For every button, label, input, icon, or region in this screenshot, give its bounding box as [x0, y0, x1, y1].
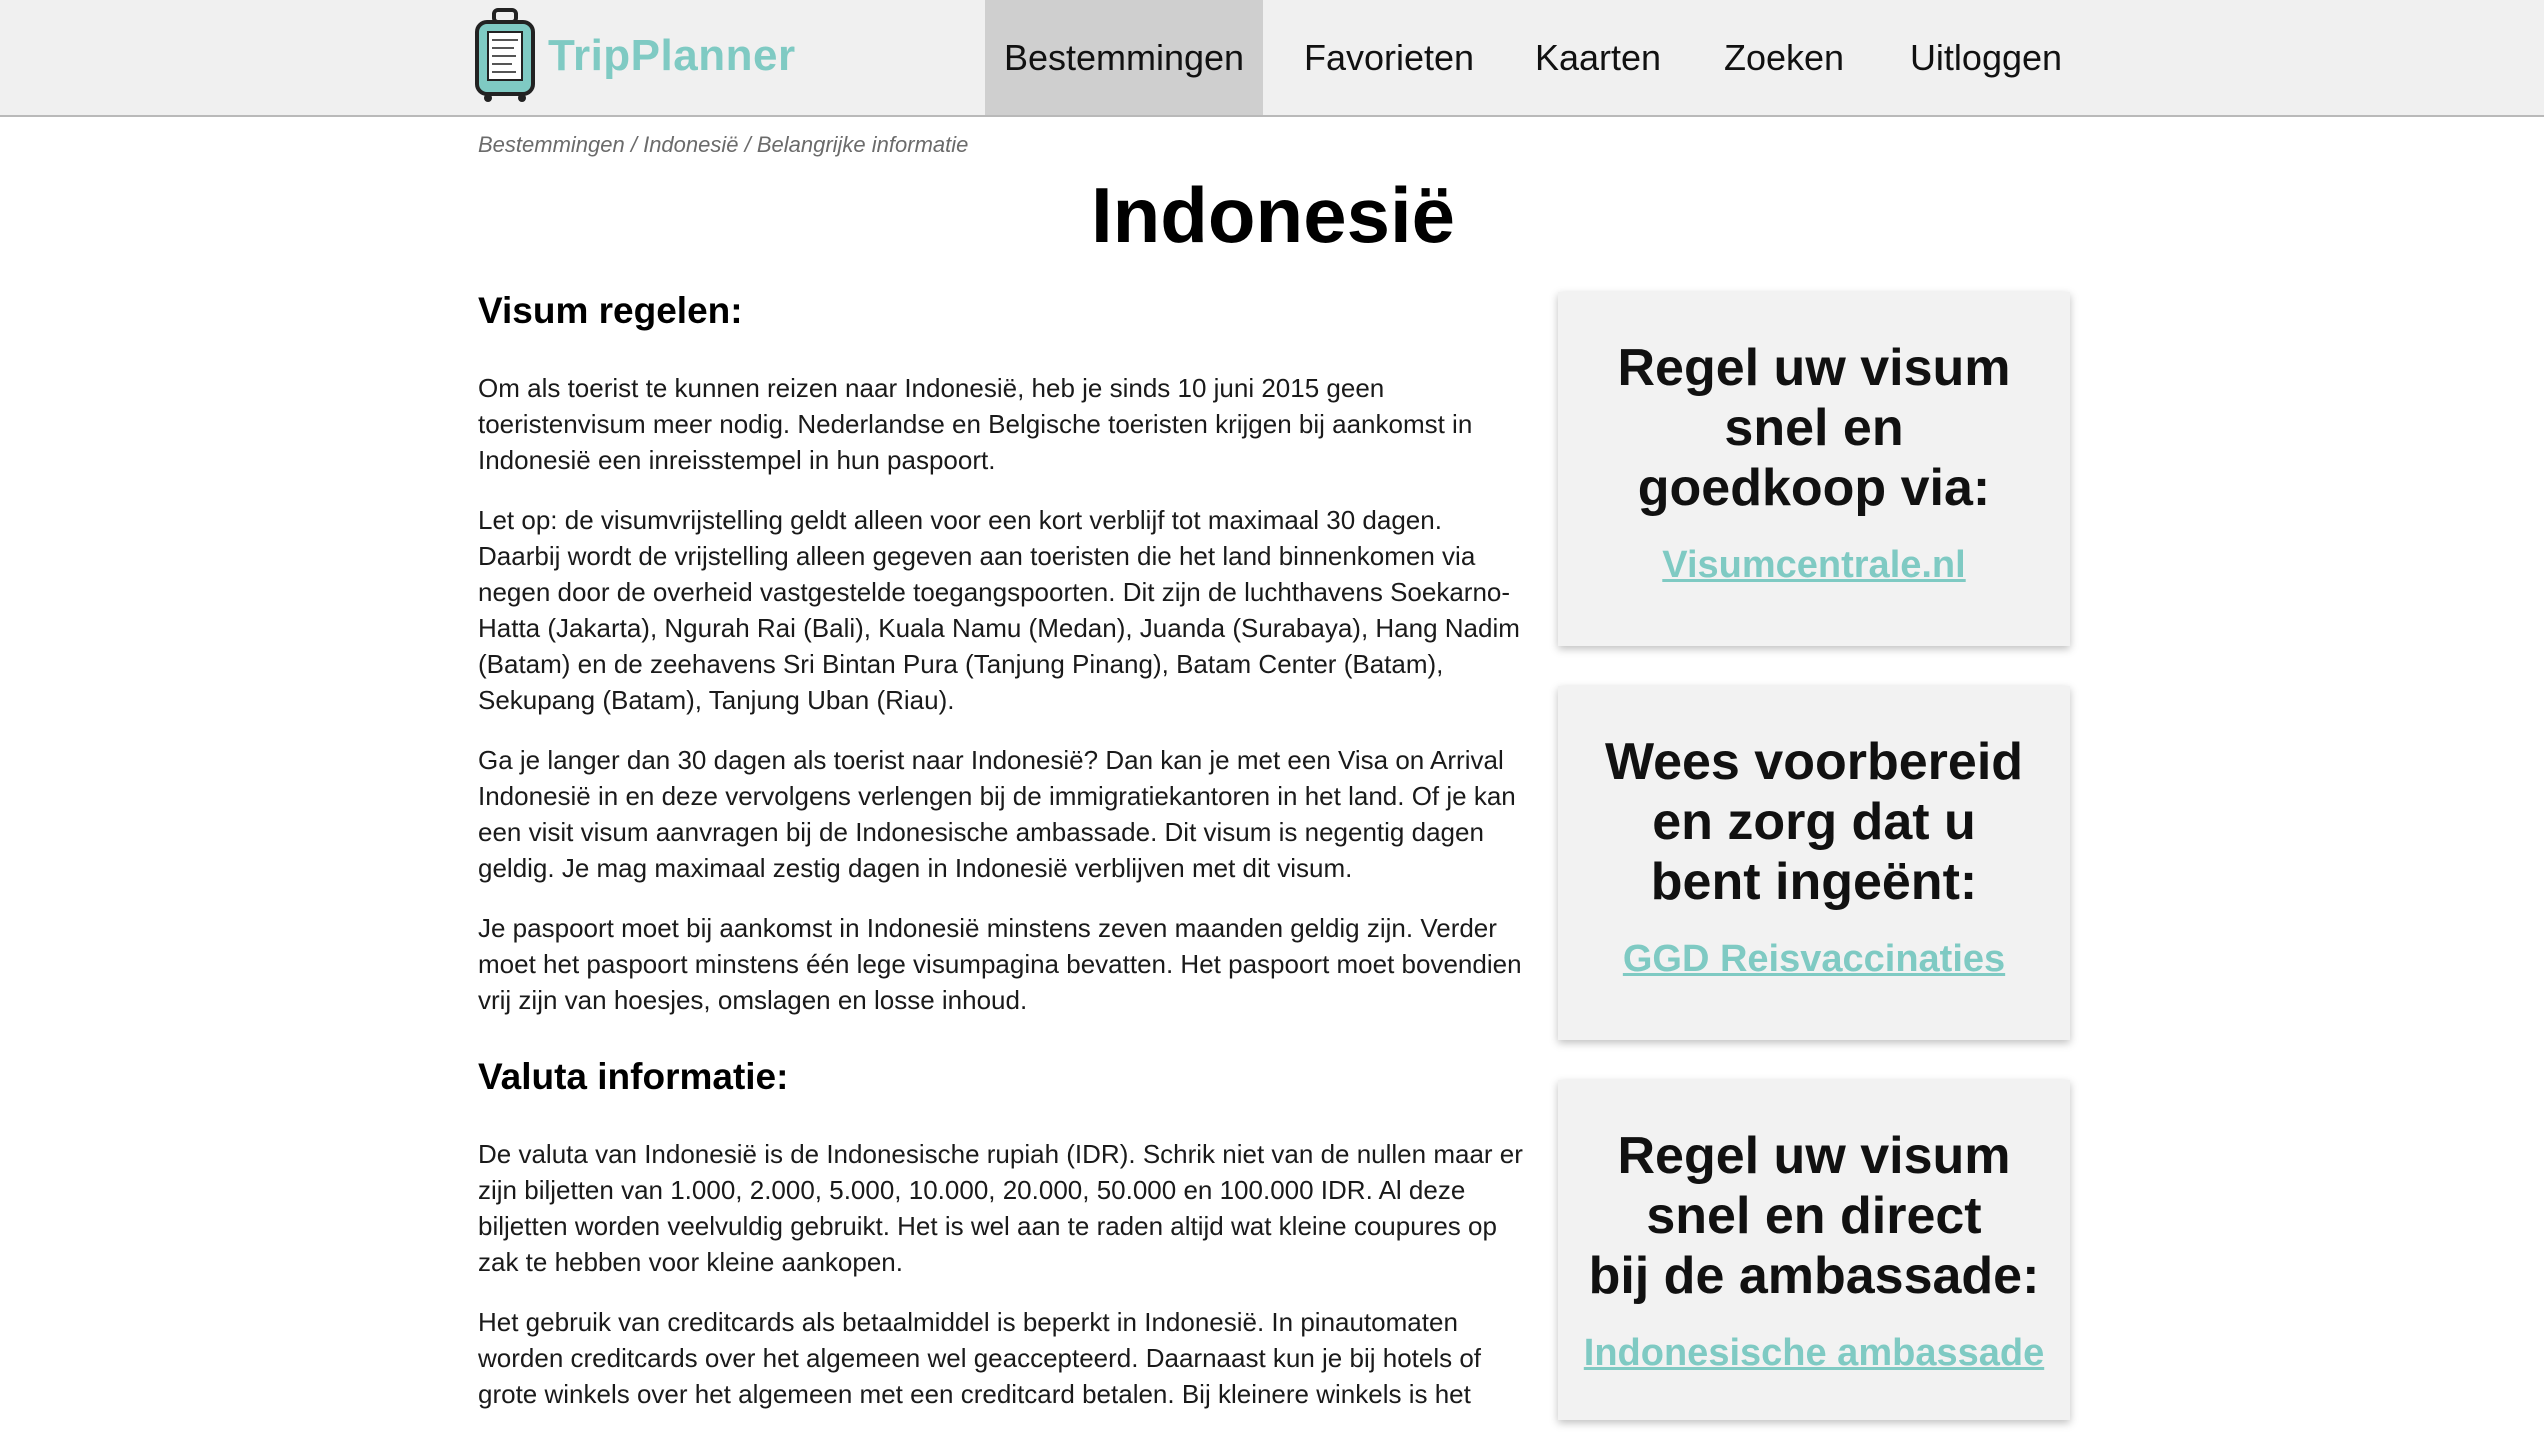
embassy-link[interactable]: Indonesische ambassade	[1584, 1332, 2044, 1375]
nav-item-bestemmingen[interactable]: Bestemmingen	[985, 0, 1263, 115]
nav-item-zoeken[interactable]: Zoeken	[1681, 0, 1887, 115]
visa-heading: Visum regelen:	[478, 290, 743, 331]
card-heading: Regel uw visum snel en goedkoop via:	[1617, 339, 2011, 517]
card-heading: Regel uw visum snel en direct bij de amb…	[1588, 1127, 2040, 1305]
logo[interactable]: TripPlanner	[474, 8, 796, 104]
currency-paragraph: Het gebruik van creditcards als betaalmi…	[478, 1307, 1482, 1409]
currency-heading: Valuta informatie:	[478, 1056, 789, 1097]
visumcentrale-link[interactable]: Visumcentrale.nl	[1662, 544, 1965, 587]
visum-card: Regel uw visum snel en goedkoop via: Vis…	[1558, 292, 2070, 646]
ggd-link[interactable]: GGD Reisvaccinaties	[1623, 938, 2005, 981]
main-nav: Bestemmingen Favorieten Kaarten Zoeken U…	[985, 0, 2085, 115]
main-content: Visum regelen: Om als toerist te kunnen …	[478, 290, 1528, 1436]
logo-text: TripPlanner	[548, 31, 796, 80]
top-navigation-bar: TripPlanner Bestemmingen Favorieten Kaar…	[0, 0, 2544, 117]
vaccination-card: Wees voorbereid en zorg dat u bent ingeë…	[1558, 686, 2070, 1040]
card-heading: Wees voorbereid en zorg dat u bent ingeë…	[1604, 733, 2024, 911]
embassy-card: Regel uw visum snel en direct bij de amb…	[1558, 1080, 2070, 1420]
visa-paragraph: Om als toerist te kunnen reizen naar Ind…	[478, 373, 1473, 475]
currency-paragraph: De valuta van Indonesië is de Indonesisc…	[478, 1139, 1523, 1277]
sidebar: Regel uw visum snel en goedkoop via: Vis…	[1558, 292, 2070, 1420]
nav-item-favorieten[interactable]: Favorieten	[1263, 0, 1515, 115]
visa-paragraph: Ga je langer dan 30 dagen als toerist na…	[478, 745, 1516, 883]
page-title: Indonesië	[1090, 171, 1456, 259]
suitcase-icon	[475, 8, 535, 102]
visa-paragraph: Je paspoort moet bij aankomst in Indones…	[478, 913, 1522, 1015]
nav-item-uitloggen[interactable]: Uitloggen	[1887, 0, 2085, 115]
visa-paragraph: Let op: de visumvrijstelling geldt allee…	[478, 505, 1520, 715]
nav-item-kaarten[interactable]: Kaarten	[1515, 0, 1681, 115]
breadcrumb[interactable]: Bestemmingen / Indonesië / Belangrijke i…	[478, 132, 968, 158]
